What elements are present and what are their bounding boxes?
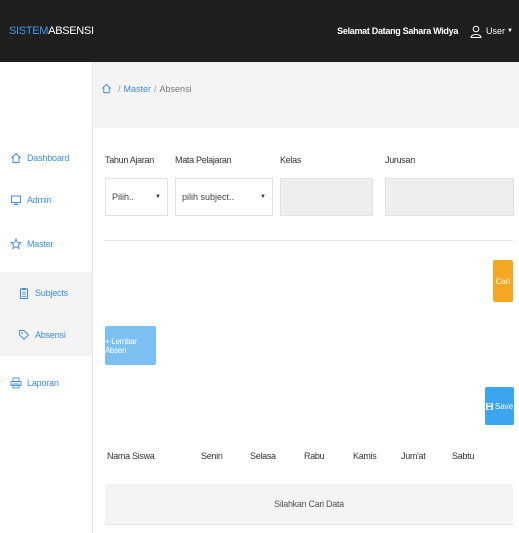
chevron-down-icon: ▼ bbox=[155, 194, 161, 200]
table-border bbox=[105, 524, 513, 525]
brand-part-2: ABSENSI bbox=[48, 25, 94, 37]
user-icon[interactable] bbox=[470, 25, 482, 38]
floppy-icon bbox=[485, 402, 493, 410]
breadcrumb-separator: / bbox=[154, 83, 157, 94]
add-attendance-sheet-button[interactable]: + Lembar Absen bbox=[105, 326, 156, 365]
brand-part-1: SISTEM bbox=[9, 25, 49, 37]
sidebar-item-label: Subjects bbox=[35, 288, 68, 298]
tahun-ajaran-value: Pilih.. bbox=[112, 192, 135, 202]
table-header-rabu: Rabu bbox=[304, 451, 325, 461]
mata-pelajaran-value: pilih subject.. bbox=[182, 192, 235, 202]
tag-icon bbox=[19, 330, 30, 341]
empty-table-message: Silahkan Cari Data bbox=[105, 484, 513, 524]
sidebar-item-label: Admin bbox=[27, 195, 52, 205]
table-header-senin: Senin bbox=[201, 451, 223, 461]
sidebar-item-master[interactable]: Master bbox=[0, 223, 92, 265]
home-icon[interactable] bbox=[101, 83, 112, 94]
main-content: Tahun Ajaran Pilih.. ▼ Mata Pelajaran pi… bbox=[93, 115, 519, 533]
clipboard-icon bbox=[20, 288, 28, 299]
breadcrumb-absensi: Absensi bbox=[159, 83, 192, 94]
kelas-select[interactable] bbox=[280, 178, 373, 216]
sidebar-item-subjects[interactable]: Subjects bbox=[0, 272, 92, 314]
sidebar-item-label: Master bbox=[27, 239, 54, 249]
sidebar-item-absensi[interactable]: Absensi bbox=[0, 314, 92, 356]
breadcrumb-separator: / bbox=[118, 83, 121, 94]
divider bbox=[105, 240, 513, 241]
save-button[interactable]: Save bbox=[485, 387, 514, 425]
sidebar-item-admin[interactable]: Admin bbox=[0, 179, 92, 221]
save-button-label: Save bbox=[494, 401, 514, 411]
top-navbar: SISTEMABSENSI Selamat Datang Sahara Widy… bbox=[0, 0, 519, 62]
chevron-down-icon: ▼ bbox=[260, 194, 266, 200]
monitor-icon bbox=[11, 195, 21, 205]
star-icon bbox=[10, 238, 22, 250]
brand-logo[interactable]: SISTEMABSENSI bbox=[0, 25, 94, 37]
user-dropdown[interactable]: User bbox=[486, 26, 505, 36]
search-button[interactable]: Cari bbox=[493, 260, 513, 302]
sidebar-item-laporan[interactable]: Laporan bbox=[0, 362, 92, 404]
table-header-nama-siswa: Nama Siswa bbox=[107, 451, 155, 461]
table-header-sabtu: Sabtu bbox=[452, 451, 475, 461]
jurusan-label: Jurusan bbox=[385, 155, 415, 165]
sidebar-item-dashboard[interactable]: Dashboard bbox=[0, 137, 92, 179]
table-header-jumat: Jum'at bbox=[401, 451, 426, 461]
sidebar: Dashboard Admin Master Subjects Absensi bbox=[0, 62, 93, 533]
sidebar-item-label: Dashboard bbox=[27, 153, 70, 163]
printer-icon bbox=[10, 377, 22, 389]
mata-pelajaran-label: Mata Pelajaran bbox=[175, 155, 232, 165]
content-top-spacer bbox=[93, 115, 519, 128]
welcome-text: Selamat Datang Sahara Widya bbox=[337, 26, 459, 36]
sidebar-item-label: Absensi bbox=[35, 330, 66, 340]
tahun-ajaran-label: Tahun Ajaran bbox=[105, 155, 154, 165]
breadcrumb: / Master / Absensi bbox=[93, 62, 519, 115]
table-header-kamis: Kamis bbox=[353, 451, 377, 461]
breadcrumb-master[interactable]: Master bbox=[124, 84, 152, 94]
jurusan-select[interactable] bbox=[385, 178, 514, 216]
kelas-label: Kelas bbox=[280, 155, 302, 165]
tahun-ajaran-select[interactable]: Pilih.. ▼ bbox=[105, 178, 168, 216]
sidebar-item-label: Laporan bbox=[27, 378, 59, 388]
table-header-selasa: Selasa bbox=[250, 451, 276, 461]
home-icon bbox=[11, 152, 21, 163]
user-menu: Selamat Datang Sahara Widya User ▼ bbox=[337, 25, 519, 38]
mata-pelajaran-select[interactable]: pilih subject.. ▼ bbox=[175, 178, 273, 216]
chevron-down-icon[interactable]: ▼ bbox=[507, 28, 513, 34]
